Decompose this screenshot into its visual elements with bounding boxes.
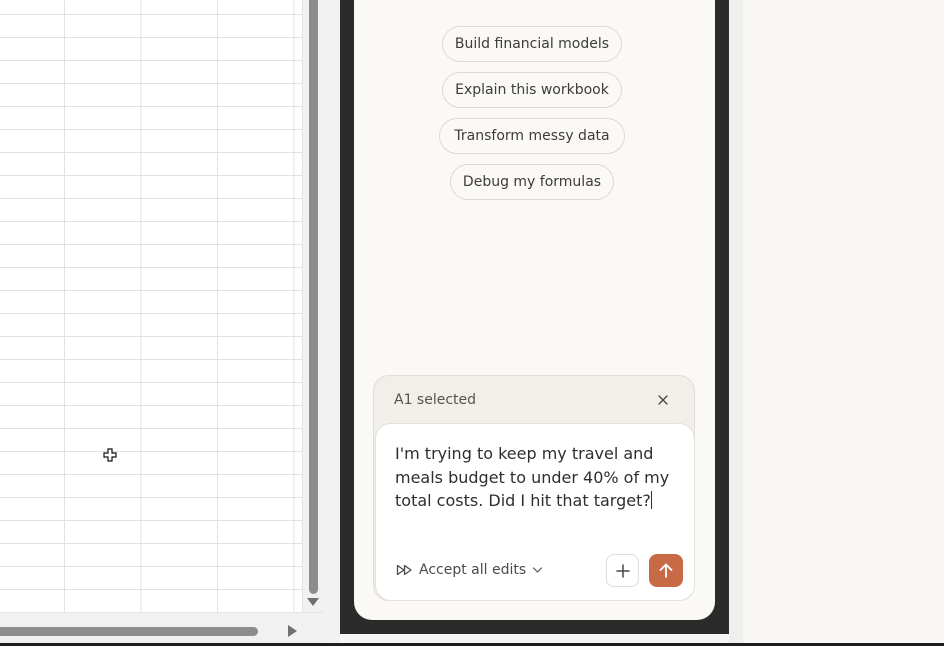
spreadsheet-grid[interactable] <box>0 0 302 612</box>
horizontal-scroll-thumb[interactable] <box>0 627 258 636</box>
prompt-text[interactable]: I'm trying to keep my travel and meals b… <box>395 442 685 513</box>
suggestion-transform-messy-data[interactable]: Transform messy data <box>439 118 625 154</box>
suggestion-debug-formulas[interactable]: Debug my formulas <box>450 164 614 200</box>
background-area <box>729 0 944 643</box>
composer: A1 selected I'm trying to keep my travel… <box>373 375 695 601</box>
accept-edits-label: Accept all edits <box>419 562 527 578</box>
chevron-down-icon <box>533 567 543 573</box>
scroll-down-arrow-icon[interactable] <box>307 598 319 606</box>
prompt-input[interactable]: I'm trying to keep my travel and meals b… <box>375 423 695 601</box>
plus-icon <box>615 563 630 578</box>
send-button[interactable] <box>649 554 683 587</box>
close-icon[interactable] <box>656 393 670 407</box>
text-caret <box>650 491 652 509</box>
suggestion-build-financial-models[interactable]: Build financial models <box>442 26 622 62</box>
vertical-scroll-thumb[interactable] <box>309 0 318 594</box>
suggestion-explain-workbook[interactable]: Explain this workbook <box>442 72 622 108</box>
fast-forward-icon <box>396 564 412 576</box>
arrow-up-icon <box>659 563 673 578</box>
cell-cursor-icon <box>103 448 117 462</box>
scroll-right-arrow-icon[interactable] <box>288 625 297 637</box>
horizontal-scrollbar[interactable] <box>0 612 324 646</box>
selection-label: A1 selected <box>394 392 477 408</box>
vertical-scrollbar[interactable] <box>302 0 324 612</box>
cell-grid[interactable] <box>0 0 302 612</box>
add-button[interactable] <box>606 554 639 587</box>
divider <box>324 0 340 646</box>
accept-edits-dropdown[interactable]: Accept all edits <box>396 560 549 580</box>
